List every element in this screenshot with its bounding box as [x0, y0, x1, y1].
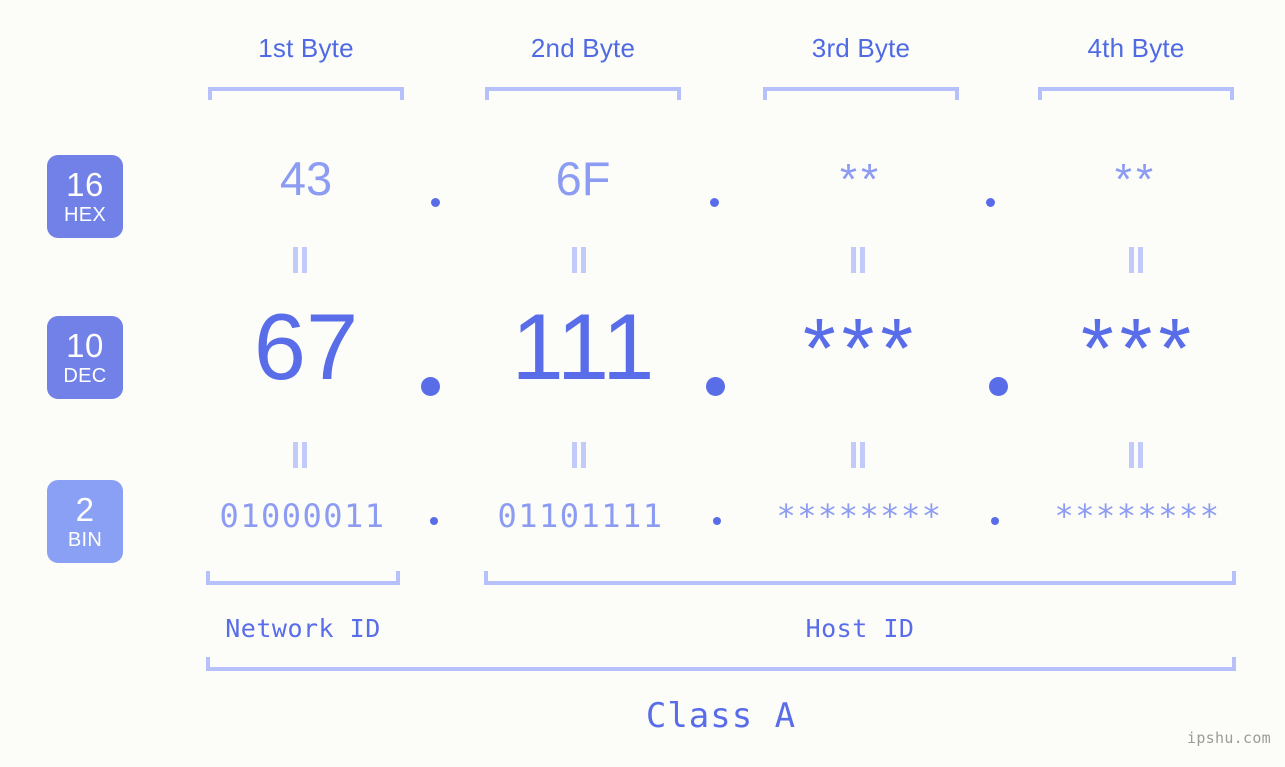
dec-dot-1	[421, 377, 440, 396]
byte-header-3: 3rd Byte	[811, 33, 911, 63]
base-badge-bin: 2 BIN	[47, 480, 123, 563]
bin-dot-3	[991, 517, 999, 525]
equals-dec-bin-1	[292, 442, 308, 468]
host-id-label: Host ID	[805, 614, 915, 643]
hex-byte-1: 43	[279, 152, 333, 205]
byte-bracket-1	[208, 87, 404, 100]
class-bracket	[206, 657, 1236, 671]
hex-byte-3: **	[839, 155, 883, 204]
base-badge-dec: 10 DEC	[47, 316, 123, 399]
dec-byte-4: ***	[1080, 301, 1198, 395]
bin-byte-2: 01101111	[497, 497, 664, 535]
equals-hex-dec-4	[1128, 247, 1144, 273]
bin-byte-1: 01000011	[219, 497, 386, 535]
hex-byte-2: 6F	[555, 152, 611, 205]
host-id-bracket	[484, 571, 1236, 585]
class-label: Class A	[645, 696, 797, 736]
equals-dec-bin-2	[571, 442, 587, 468]
hex-dot-2	[710, 198, 719, 207]
equals-dec-bin-3	[850, 442, 866, 468]
dec-byte-1: 67	[253, 294, 359, 399]
base-badge-dec-name: DEC	[63, 364, 107, 387]
dec-byte-3: ***	[802, 301, 920, 395]
byte-header-4: 4th Byte	[1087, 33, 1185, 63]
base-badge-hex-number: 16	[66, 166, 104, 204]
equals-hex-dec-2	[571, 247, 587, 273]
bin-dot-1	[430, 517, 438, 525]
network-id-bracket	[206, 571, 400, 585]
hex-dot-1	[431, 198, 440, 207]
dec-byte-2: 111	[511, 294, 655, 399]
bin-dot-2	[713, 517, 721, 525]
base-badge-bin-name: BIN	[67, 528, 103, 551]
byte-header-2: 2nd Byte	[530, 33, 636, 63]
base-badge-hex-name: HEX	[63, 203, 107, 226]
equals-dec-bin-4	[1128, 442, 1144, 468]
byte-bracket-3	[763, 87, 959, 100]
dec-dot-3	[989, 377, 1008, 396]
byte-header-1: 1st Byte	[258, 33, 354, 63]
hex-byte-4: **	[1114, 155, 1158, 204]
ip-address-breakdown-diagram: 1st Byte 2nd Byte 3rd Byte 4th Byte 16 H…	[0, 0, 1285, 767]
byte-bracket-2	[485, 87, 681, 100]
equals-hex-dec-3	[850, 247, 866, 273]
bin-byte-4: ********	[1054, 497, 1221, 535]
bin-byte-3: ********	[776, 497, 943, 535]
hex-dot-3	[986, 198, 995, 207]
byte-bracket-4	[1038, 87, 1234, 100]
base-badge-dec-number: 10	[66, 327, 104, 365]
base-badge-bin-number: 2	[75, 491, 95, 529]
watermark: ipshu.com	[1187, 729, 1271, 747]
network-id-label: Network ID	[225, 614, 381, 643]
dec-dot-2	[706, 377, 725, 396]
equals-hex-dec-1	[292, 247, 308, 273]
base-badge-hex: 16 HEX	[47, 155, 123, 238]
